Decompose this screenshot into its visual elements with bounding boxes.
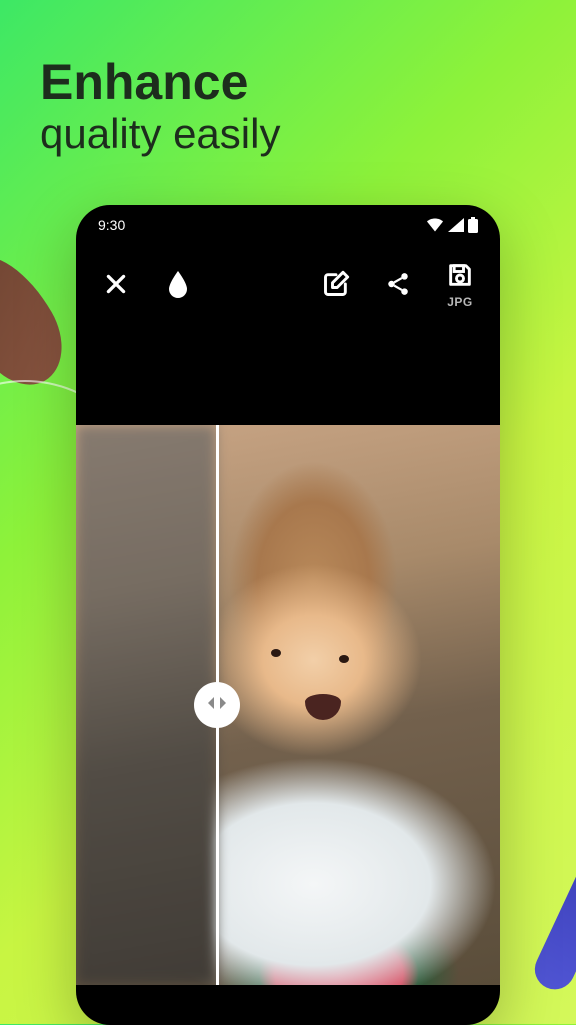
chevron-left-icon [206,696,216,715]
headline-light: quality easily [40,110,280,158]
wifi-icon [426,218,444,232]
edit-button[interactable] [310,259,362,311]
share-button[interactable] [372,259,424,311]
chevron-right-icon [218,696,228,715]
image-detail [305,694,341,720]
phone-mockup: 9:30 [76,205,500,1025]
image-detail [271,649,281,657]
signal-icon [448,218,464,232]
headline-bold: Enhance [40,55,280,110]
image-compare-area [76,425,500,985]
drop-icon [166,269,190,302]
battery-icon [468,217,478,233]
close-icon [103,271,129,300]
decorative-crayon [528,852,576,996]
decorative-leaf [0,239,80,400]
compare-divider[interactable] [216,425,219,985]
status-bar: 9:30 [76,205,500,245]
compare-slider-handle[interactable] [194,682,240,728]
status-icons [426,217,478,233]
share-icon [385,271,411,300]
editor-toolbar: JPG [76,245,500,325]
drop-button[interactable] [152,259,204,311]
status-time: 9:30 [98,217,125,233]
close-button[interactable] [90,259,142,311]
save-icon [446,261,474,292]
save-format-label: JPG [447,295,473,309]
save-button[interactable]: JPG [434,259,486,311]
edit-icon [322,270,350,301]
image-detail [339,655,349,663]
promo-headline: Enhance quality easily [40,55,280,158]
